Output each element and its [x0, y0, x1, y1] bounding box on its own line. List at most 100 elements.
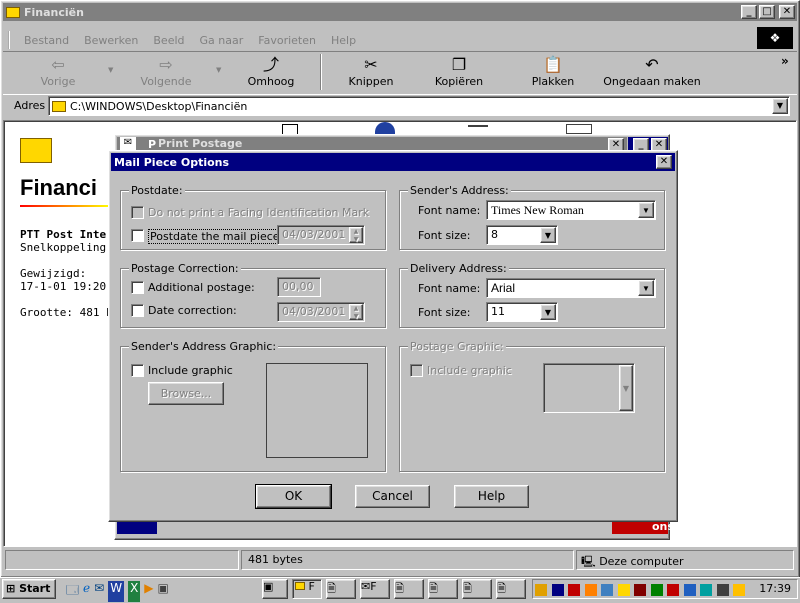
dialog-title: Mail Piece Options: [114, 155, 230, 169]
tray-icon-4[interactable]: [584, 584, 597, 596]
cancel-button[interactable]: Cancel: [355, 485, 430, 508]
forward-dropdown-icon[interactable]: ▼: [216, 66, 221, 74]
menu-bewerken[interactable]: Bewerken: [84, 34, 138, 47]
chevron-down-icon[interactable]: ▼: [540, 304, 556, 320]
tray-icon-11[interactable]: [700, 584, 712, 596]
postdate-checkbox[interactable]: [131, 229, 144, 242]
desktop-icon[interactable]: 🗔: [66, 581, 79, 602]
date-correction-checkbox[interactable]: [131, 304, 144, 317]
modified-label: Gewijzigd:: [20, 267, 87, 280]
postdate-legend: Postdate:: [129, 184, 185, 197]
task-button-6[interactable]: 🗎: [428, 579, 458, 599]
sender-include-graphic-checkbox[interactable]: [131, 364, 144, 377]
start-button[interactable]: ⊞ Start: [2, 579, 56, 599]
delivery-font-name-label: Font name:: [418, 282, 481, 295]
chevron-down-icon[interactable]: ▼: [619, 365, 633, 411]
modified-value: 17-1-01 19:20: [20, 280, 107, 293]
menu-beeld[interactable]: Beeld: [153, 34, 184, 47]
additional-postage-label: Additional postage:: [148, 281, 255, 294]
paste-button[interactable]: 📋 Plakken: [508, 55, 598, 95]
postage-graphic-select[interactable]: ▼: [543, 363, 635, 413]
help-button[interactable]: Help: [454, 485, 529, 508]
task-button-1[interactable]: ▣: [262, 579, 288, 599]
media-icon[interactable]: ▶: [144, 581, 153, 602]
undo-button[interactable]: ↶ Ongedaan maken: [600, 55, 704, 95]
status-zone-panel: 🖳 Deze computer: [576, 550, 794, 570]
word-icon[interactable]: W: [108, 581, 125, 602]
delivery-font-name-select[interactable]: Arial ▼: [486, 278, 656, 298]
address-value: C:\WINDOWS\Desktop\Financiën: [70, 99, 248, 113]
ok-button[interactable]: OK: [255, 484, 332, 509]
tray-icon-3[interactable]: [568, 584, 580, 596]
senders-graphic-legend: Sender's Address Graphic:: [129, 340, 279, 353]
date-correction-field[interactable]: 04/03/2001 ▲ ▼: [277, 302, 365, 322]
tray-icon-8[interactable]: [650, 584, 663, 596]
back-button[interactable]: ⇦ Vorige: [18, 55, 98, 95]
back-dropdown-icon[interactable]: ▼: [108, 66, 113, 74]
task-button-8[interactable]: 🗎: [496, 579, 526, 599]
browse-button[interactable]: Browse...: [148, 382, 224, 405]
task-button-7[interactable]: 🗎: [462, 579, 492, 599]
internet-explorer-icon[interactable]: ℯ: [83, 581, 90, 602]
sender-font-name-select[interactable]: Times New Roman ▼: [486, 200, 656, 220]
date-correction-spinner[interactable]: ▲ ▼: [349, 304, 363, 320]
no-fim-checkbox[interactable]: [131, 206, 144, 219]
postage-include-graphic-checkbox[interactable]: [410, 364, 423, 377]
tray-icon-1[interactable]: [535, 584, 547, 596]
cut-button[interactable]: ✂ Knippen: [326, 55, 416, 95]
task-button-5[interactable]: 🗎: [394, 579, 424, 599]
folder-icon: [6, 6, 20, 18]
print-postage-title: Print Postage: [158, 137, 243, 150]
address-dropdown-button[interactable]: ▼: [772, 98, 788, 114]
menu-favorieten[interactable]: Favorieten: [258, 34, 316, 47]
delivery-font-size-label: Font size:: [418, 306, 471, 319]
delivery-font-size-select[interactable]: 11 ▼: [486, 302, 558, 322]
task-button-4[interactable]: ✉F: [360, 579, 390, 599]
dialog-close-button[interactable]: ✕: [656, 155, 672, 169]
folder-up-icon: ⤴: [262, 55, 279, 74]
sender-font-name-label: Font name:: [418, 204, 481, 217]
chevron-down-icon[interactable]: ▼: [638, 280, 654, 296]
postdate-date-field[interactable]: 04/03/2001 ▲ ▼: [277, 225, 365, 245]
close-button[interactable]: ✕: [779, 5, 795, 19]
folder-icon: [52, 100, 66, 112]
address-field[interactable]: C:\WINDOWS\Desktop\Financiën ▼: [48, 96, 790, 116]
forward-button[interactable]: ⇨ Volgende: [122, 55, 210, 95]
additional-postage-checkbox[interactable]: [131, 281, 144, 294]
tray-icon-2[interactable]: [551, 584, 564, 596]
task-button-active[interactable]: F: [292, 579, 322, 599]
sender-graphic-preview: [266, 363, 368, 458]
additional-postage-field[interactable]: 00,00: [277, 277, 321, 297]
tray-icon-5[interactable]: [601, 584, 613, 596]
menu-help[interactable]: Help: [331, 34, 356, 47]
address-label: Adres: [14, 99, 46, 112]
toolbar-more-icon[interactable]: »: [781, 54, 789, 68]
excel-icon[interactable]: X: [128, 581, 141, 602]
menu-bestand[interactable]: Bestand: [24, 34, 69, 47]
tray-icon-12[interactable]: [716, 584, 729, 596]
postdate-spinner[interactable]: ▲ ▼: [349, 227, 363, 243]
minimize-button[interactable]: _: [741, 5, 757, 19]
mail-piece-titlebar: Mail Piece Options ✕: [111, 153, 675, 171]
tray-icon-6[interactable]: [617, 584, 630, 596]
up-button[interactable]: ⤴ Omhoog: [228, 55, 314, 95]
postage-include-graphic-label: Include graphic: [427, 364, 512, 377]
chevron-down-icon[interactable]: ▼: [540, 227, 556, 243]
status-size-panel: 481 bytes: [241, 550, 574, 570]
postage-graphic-legend: Postage Graphic:: [408, 340, 506, 353]
tray-icon-7[interactable]: [634, 584, 646, 596]
maximize-button[interactable]: □: [759, 5, 775, 19]
explorer-icon[interactable]: ▣: [158, 581, 169, 602]
outlook-icon[interactable]: ✉: [94, 581, 104, 602]
window-titlebar: Financiën _ □ ✕: [3, 3, 797, 21]
chevron-down-icon[interactable]: ▼: [638, 202, 654, 218]
sender-font-size-select[interactable]: 8 ▼: [486, 225, 558, 245]
tray-icon-13[interactable]: [733, 584, 745, 596]
copy-button[interactable]: ❐ Kopiëren: [414, 55, 504, 95]
tray-icon-10[interactable]: [683, 584, 696, 596]
task-button-3[interactable]: 🗎: [326, 579, 356, 599]
back-arrow-icon: ⇦: [51, 55, 65, 74]
tray-icon-9[interactable]: [667, 584, 679, 596]
menu-ga-naar[interactable]: Ga naar: [200, 34, 244, 47]
stamp-icon: ✉: [120, 137, 136, 151]
